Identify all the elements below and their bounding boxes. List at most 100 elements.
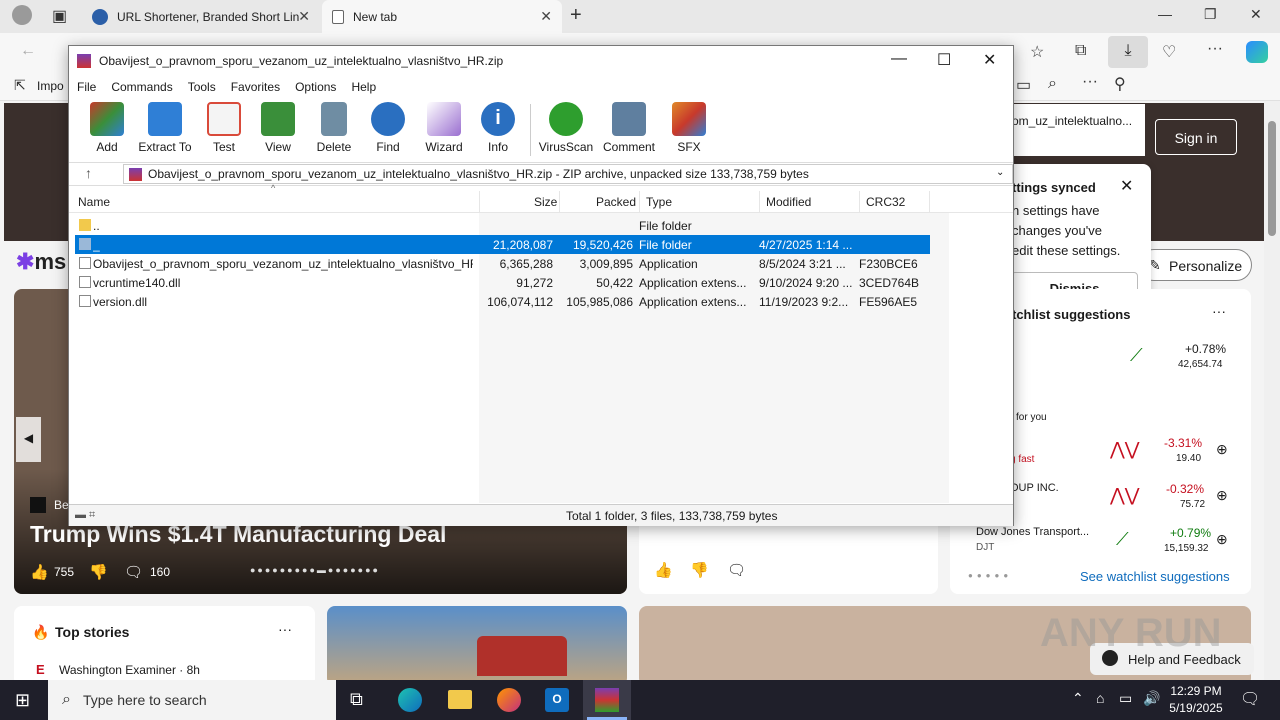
page-scrollbar[interactable] <box>1264 101 1280 680</box>
pin-icon[interactable]: ⚲ <box>1114 74 1126 94</box>
dislike-icon[interactable]: 👎 <box>89 563 108 581</box>
column-crc32[interactable]: CRC32 <box>866 195 905 209</box>
chevron-down-icon[interactable]: ⌄ <box>996 167 1004 178</box>
add-button[interactable]: Add <box>74 102 140 154</box>
notification-icon[interactable]: 🗨 <box>1240 689 1260 709</box>
path-field[interactable]: Obavijest_o_pravnom_sporu_vezanom_uz_int… <box>123 164 1013 184</box>
column-size[interactable]: Size <box>534 195 557 209</box>
network-icon[interactable]: ⌂ <box>1096 690 1104 706</box>
copilot-icon[interactable] <box>1246 41 1268 63</box>
personalize-button[interactable]: ✎ Personalize <box>1138 249 1252 281</box>
clock-date[interactable]: 5/19/2025 <box>1166 701 1226 715</box>
comment-icon[interactable]: 🗨 <box>727 561 746 579</box>
taskbar-search[interactable]: ⌕ Type here to search <box>48 680 336 720</box>
cell-name: Obavijest_o_pravnom_sporu_vezanom_uz_int… <box>93 257 473 271</box>
scrollbar-thumb[interactable] <box>1268 121 1276 236</box>
story-source: Washington Examiner · 8h <box>59 663 200 677</box>
pager-dots[interactable]: ●●●●● <box>968 571 1012 580</box>
tool-label: View <box>265 140 291 154</box>
minimize-icon[interactable]: — <box>891 50 907 68</box>
folder-icon[interactable]: ▭ <box>1016 75 1031 95</box>
display-icon[interactable]: ▭ <box>1119 690 1132 707</box>
file-row[interactable]: _ 21,208,087 19,520,426 File folder 4/27/202… <box>75 235 930 254</box>
close-window-icon[interactable]: ✕ <box>1250 6 1262 23</box>
restore-icon[interactable]: ❐ <box>1204 6 1217 23</box>
menu-file[interactable]: File <box>77 80 96 94</box>
carousel-prev-icon[interactable]: ◀ <box>16 417 41 462</box>
anyrun-watermark: ANY RUN <box>1040 611 1222 655</box>
column-name[interactable]: Name <box>78 195 110 209</box>
clock-time[interactable]: 12:29 PM <box>1168 684 1224 698</box>
favorites-import-link[interactable]: Impo <box>37 79 64 93</box>
info-button[interactable]: i Info <box>465 102 531 154</box>
winrar-title-bar[interactable]: Obavijest_o_pravnom_sporu_vezanom_uz_int… <box>69 46 1013 76</box>
dislike-icon[interactable]: 👎 <box>690 561 709 579</box>
collections-icon[interactable]: ⧉ <box>1075 42 1086 60</box>
chevron-up-icon[interactable]: ⌃ <box>1072 690 1084 707</box>
download-filename[interactable]: om_uz_intelektualno... <box>1012 114 1132 128</box>
profile-avatar[interactable] <box>12 5 32 25</box>
search-icon[interactable]: ⌕ <box>1048 75 1057 93</box>
downloads-icon[interactable]: ⤓ <box>1108 36 1148 68</box>
more-menu-icon[interactable]: ··· <box>1207 40 1223 58</box>
close-tab-icon[interactable]: ✕ <box>298 8 310 25</box>
comment-button[interactable]: Comment <box>596 102 662 154</box>
menu-options[interactable]: Options <box>295 80 336 94</box>
column-type[interactable]: Type <box>646 195 672 209</box>
outlook-icon[interactable]: O <box>545 688 569 712</box>
carousel-dots[interactable]: ●●●●●●●●●▬●●●●●●● <box>250 565 380 575</box>
tab-url-shortener[interactable]: URL Shortener, Branded Short Lin ✕ <box>82 0 320 33</box>
tool-label: Add <box>96 140 118 154</box>
close-icon[interactable]: ✕ <box>983 50 996 70</box>
windows-start-icon[interactable]: ⊞ <box>15 690 30 711</box>
more-icon[interactable]: ··· <box>1082 73 1098 91</box>
like-icon[interactable]: 👍 <box>654 561 673 579</box>
menu-favorites[interactable]: Favorites <box>231 80 280 94</box>
virusscan-button[interactable]: VirusScan <box>533 102 599 154</box>
extract-to-button[interactable]: Extract To <box>132 102 198 154</box>
file-row[interactable]: Obavijest_o_pravnom_sporu_vezanom_uz_int… <box>75 254 930 273</box>
new-tab-icon[interactable]: + <box>570 4 582 27</box>
maximize-icon[interactable]: ☐ <box>937 50 951 70</box>
file-row[interactable]: version.dll 106,074,112 105,985,086 Applica… <box>75 292 930 311</box>
add-icon[interactable]: ⊕ <box>1216 441 1228 458</box>
winrar-taskbar-button[interactable] <box>583 680 631 720</box>
more-icon[interactable]: ··· <box>1212 303 1226 319</box>
watchlist-item[interactable]: Dow Jones Transport... DJT ⟋ +0.79% 15,1… <box>974 521 1235 561</box>
menu-commands[interactable]: Commands <box>111 80 172 94</box>
msn-logo[interactable]: ✱ms <box>16 249 66 275</box>
tab-new-tab[interactable]: New tab ✕ <box>322 0 562 33</box>
menu-tools[interactable]: Tools <box>188 80 216 94</box>
add-icon[interactable]: ⊕ <box>1216 531 1228 548</box>
minimize-icon[interactable]: — <box>1158 6 1172 22</box>
watchlist-item[interactable]: g fast ⋀⋁ -3.31% 19.40 ⊕ <box>1010 431 1235 471</box>
sfx-button[interactable]: SFX <box>656 102 722 154</box>
firefox-icon[interactable] <box>497 688 521 712</box>
watchlist-item[interactable]: ⟋ +0.78% 42,654.74 <box>1010 337 1235 377</box>
up-folder-icon[interactable]: ↑ <box>85 165 92 181</box>
close-tab-icon[interactable]: ✕ <box>540 8 552 25</box>
tab-actions-icon[interactable]: ▣ <box>52 6 67 26</box>
file-row[interactable]: vcruntime140.dll 91,272 50,422 Application … <box>75 273 930 292</box>
task-view-icon[interactable]: ⧉ <box>350 689 363 710</box>
see-watchlist-link[interactable]: See watchlist suggestions <box>1080 569 1230 584</box>
sign-in-button[interactable]: Sign in <box>1155 119 1237 155</box>
column-packed[interactable]: Packed <box>596 195 636 209</box>
like-icon[interactable]: 👍 <box>30 563 49 581</box>
file-explorer-icon[interactable] <box>448 690 472 709</box>
edge-taskbar-icon[interactable] <box>398 688 422 712</box>
file-list-header: Name ^ Size Packed Type Modified CRC32 <box>69 183 1013 213</box>
add-icon[interactable]: ⊕ <box>1216 487 1228 504</box>
file-row[interactable]: .. File folder <box>75 216 930 235</box>
comment-icon[interactable]: 🗨 <box>124 563 143 581</box>
menu-help[interactable]: Help <box>351 80 376 94</box>
watchlist-item[interactable]: OUP INC. ⋀⋁ -0.32% 75.72 ⊕ <box>1010 477 1235 517</box>
more-icon[interactable]: ··· <box>278 621 292 637</box>
back-icon[interactable]: ← <box>20 42 36 60</box>
close-icon[interactable]: ✕ <box>1120 176 1133 196</box>
favorites-icon[interactable]: ☆ <box>1030 42 1044 62</box>
performance-icon[interactable]: ♡ <box>1162 42 1176 62</box>
column-modified[interactable]: Modified <box>766 195 811 209</box>
image-story-card[interactable] <box>327 606 627 686</box>
volume-icon[interactable]: 🔊 <box>1143 690 1160 707</box>
